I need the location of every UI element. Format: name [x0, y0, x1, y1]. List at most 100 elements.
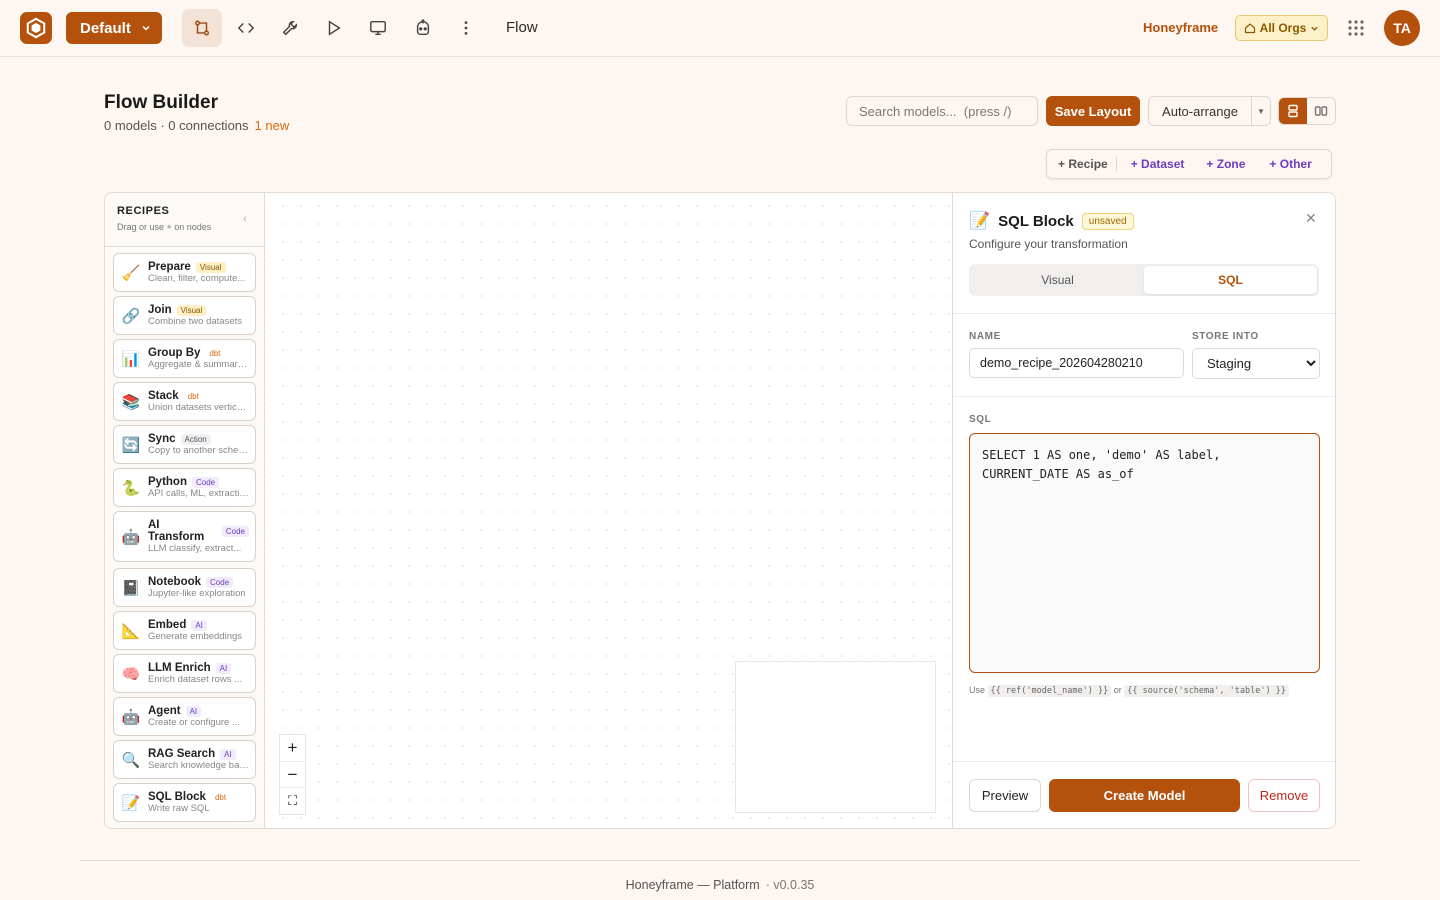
wrench-icon	[282, 20, 298, 36]
recipe-description: Aggregate & summarize	[148, 359, 249, 370]
recipe-name-row: Join Visual	[148, 304, 249, 316]
remove-button[interactable]: Remove	[1248, 779, 1320, 812]
footer-divider	[80, 860, 1360, 861]
app-logo[interactable]	[20, 12, 52, 44]
recipe-text: Embed AI Generate embeddings	[148, 619, 249, 642]
sql-hint: Use {{ ref('model_name') }} or {{ source…	[969, 685, 1289, 697]
add-recipe-button[interactable]: + Recipe	[1047, 157, 1116, 171]
recipe-name: Sync	[148, 433, 176, 445]
auto-arrange-dropdown[interactable]: ▼	[1251, 97, 1270, 125]
model-connection-count: 0 models · 0 connections	[104, 118, 249, 133]
recipe-name: RAG Search	[148, 748, 216, 760]
add-zone-button[interactable]: + Zone	[1192, 157, 1253, 171]
tab-sql[interactable]: SQL	[1144, 266, 1317, 294]
page-title: Flow Builder	[104, 92, 218, 113]
recipe-item[interactable]: 📐 Embed AI Generate embeddings	[113, 611, 256, 650]
org-name[interactable]: Honeyframe	[1143, 20, 1218, 35]
recipe-icon: 🧠	[121, 665, 141, 683]
recipe-icon: 🤖	[121, 708, 141, 726]
run-nav-button[interactable]	[314, 9, 354, 47]
recipe-tag: AI	[215, 662, 232, 674]
recipe-item[interactable]: 🧠 LLM Enrich AI Enrich dataset rows ...	[113, 654, 256, 693]
recipe-item[interactable]: 🧹 Prepare Visual Clean, filter, compute...	[113, 253, 256, 292]
layout-columns-icon	[1314, 106, 1328, 116]
zoom-in-button[interactable]: +	[280, 735, 305, 762]
recipe-item[interactable]: 📝 SQL Block dbt Write raw SQL	[113, 783, 256, 822]
recipe-tag: Visual	[195, 261, 226, 273]
recipe-tag: Code	[191, 476, 220, 488]
recipe-icon: 📓	[121, 579, 141, 597]
fit-view-button[interactable]: ⛶	[280, 788, 305, 814]
search-models-input[interactable]	[846, 96, 1038, 126]
recipe-name: AI Transform	[148, 519, 205, 543]
apps-grid-icon	[1348, 20, 1364, 36]
more-vertical-icon	[464, 21, 468, 35]
recipe-tag: Visual	[176, 304, 207, 316]
recipe-tag: AI	[220, 748, 236, 760]
sql-editor[interactable]: SELECT 1 AS one, 'demo' AS label, CURREN…	[969, 433, 1320, 673]
horizontal-layout-button[interactable]	[1307, 98, 1335, 124]
recipe-name-row: Sync Action	[148, 433, 249, 445]
status-badge: unsaved	[1081, 212, 1134, 230]
tab-visual[interactable]: Visual	[971, 266, 1144, 294]
vertical-layout-button[interactable]	[1279, 98, 1307, 124]
agents-nav-button[interactable]	[403, 9, 443, 47]
flow-nav-button[interactable]	[182, 9, 222, 47]
recipe-item[interactable]: 📊 Group By dbt Aggregate & summarize	[113, 339, 256, 378]
add-other-button[interactable]: + Other	[1253, 157, 1319, 171]
recipe-description: Copy to another schema	[148, 445, 249, 456]
create-model-button[interactable]: Create Model	[1049, 779, 1240, 812]
avatar[interactable]: TA	[1384, 10, 1420, 46]
divider	[953, 313, 1335, 314]
sql-label: SQL	[969, 414, 992, 425]
new-count-badge[interactable]: 1 new	[255, 118, 290, 133]
auto-arrange-label: Auto-arrange	[1162, 103, 1238, 119]
tools-nav-button[interactable]	[270, 9, 310, 47]
mode-tabs: Visual SQL	[969, 264, 1319, 296]
recipe-item[interactable]: 📚 Stack dbt Union datasets vertically	[113, 382, 256, 421]
recipe-name: Stack	[148, 390, 179, 402]
close-icon[interactable]: ✕	[1305, 210, 1317, 227]
more-nav-button[interactable]	[446, 9, 486, 47]
recipe-item[interactable]: 📓 Notebook Code Jupyter-like exploration	[113, 568, 256, 607]
recipe-item[interactable]: 🤖 AI Transform Code LLM classify, extract..…	[113, 511, 256, 562]
divider	[953, 396, 1335, 397]
recipe-text: LLM Enrich AI Enrich dataset rows ...	[148, 662, 249, 685]
recipe-name: Embed	[148, 619, 187, 631]
footer-version: · v0.0.35	[765, 878, 815, 892]
apps-grid-button[interactable]	[1346, 18, 1366, 43]
recipe-tag: Action	[180, 433, 211, 445]
recipe-item[interactable]: 🤖 Agent AI Create or configure ...	[113, 697, 256, 736]
monitor-nav-button[interactable]	[358, 9, 398, 47]
recipe-item[interactable]: 🐍 Python Code API calls, ML, extraction	[113, 468, 256, 507]
org-switcher[interactable]: All Orgs	[1235, 15, 1328, 41]
store-into-select[interactable]: Staging	[1192, 348, 1320, 379]
robot-icon	[416, 19, 430, 36]
recipe-icon: 🔍	[121, 751, 141, 769]
model-name-field[interactable]	[969, 348, 1184, 378]
recipe-name: Join	[148, 304, 172, 316]
collapse-sidebar-icon[interactable]: ‹	[243, 213, 247, 225]
code-nav-button[interactable]	[226, 9, 266, 47]
recipe-name: Group By	[148, 347, 201, 359]
hint-or: or	[1113, 685, 1122, 695]
auto-arrange-button[interactable]: Auto-arrange ▼	[1148, 96, 1271, 126]
hint-source-code: {{ source('schema', 'table') }}	[1124, 685, 1289, 697]
store-into-label: STORE INTO	[1192, 331, 1259, 342]
flow-canvas[interactable]: + − ⛶	[265, 193, 952, 828]
layout-rows-icon	[1288, 104, 1298, 118]
recipe-item[interactable]: 🔗 Join Visual Combine two datasets	[113, 296, 256, 335]
recipe-icon: 🐍	[121, 479, 141, 497]
add-dataset-button[interactable]: + Dataset	[1117, 157, 1193, 171]
preview-button[interactable]: Preview	[969, 779, 1041, 812]
recipe-icon: 🤖	[121, 528, 141, 546]
save-layout-button[interactable]: Save Layout	[1046, 96, 1140, 126]
recipe-name-row: Prepare Visual	[148, 261, 249, 273]
zoom-out-button[interactable]: −	[280, 762, 305, 789]
recipe-text: SQL Block dbt Write raw SQL	[148, 791, 249, 814]
minimap[interactable]	[735, 661, 936, 813]
recipe-name: Python	[148, 476, 187, 488]
workspace-dropdown[interactable]: Default	[66, 12, 162, 44]
recipe-item[interactable]: 🔄 Sync Action Copy to another schema	[113, 425, 256, 464]
recipe-item[interactable]: 🔍 RAG Search AI Search knowledge base	[113, 740, 256, 779]
